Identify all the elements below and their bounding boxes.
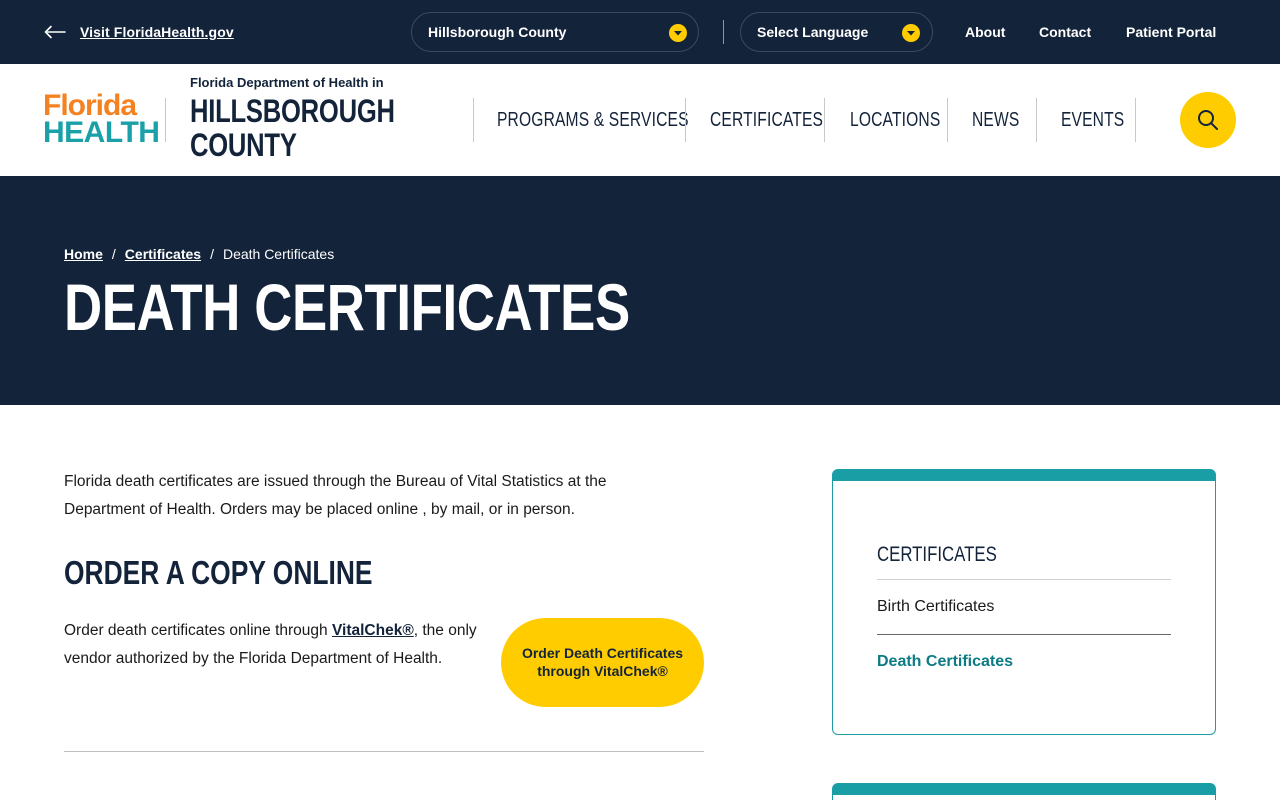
- nav-certificates[interactable]: CERTIFICATES: [710, 108, 823, 132]
- content-divider: [64, 751, 704, 752]
- contact-link[interactable]: Contact: [1039, 24, 1091, 41]
- nav-locations[interactable]: LOCATIONS: [850, 108, 940, 132]
- breadcrumb-certificates[interactable]: Certificates: [125, 246, 201, 262]
- nav-programs-services[interactable]: PROGRAMS & SERVICES: [497, 108, 689, 132]
- utility-bar: Visit FloridaHealth.gov Hillsborough Cou…: [0, 0, 1280, 64]
- nav-divider: [685, 98, 686, 142]
- vitalchek-link[interactable]: VitalChek®: [332, 622, 414, 639]
- visit-floridahealth-label: Visit FloridaHealth.gov: [80, 24, 234, 40]
- sidebar-item-birth-certificates[interactable]: Birth Certificates: [877, 597, 994, 617]
- patient-portal-link[interactable]: Patient Portal: [1126, 24, 1216, 41]
- logo-word-health: HEALTH: [43, 116, 160, 149]
- nav-divider: [824, 98, 825, 142]
- nav-divider: [947, 98, 948, 142]
- logo-divider: [165, 98, 166, 142]
- sidebar-title: CERTIFICATES: [877, 543, 997, 566]
- breadcrumb-separator: /: [111, 246, 116, 262]
- county-select[interactable]: Hillsborough County: [411, 12, 699, 52]
- county-name-line1: HILLSBOROUGH: [190, 93, 395, 129]
- language-select[interactable]: Select Language: [740, 12, 933, 52]
- nav-news[interactable]: NEWS: [972, 108, 1019, 132]
- florida-health-logo[interactable]: Florida HEALTH: [43, 89, 160, 149]
- chevron-down-icon: [669, 24, 687, 42]
- county-name[interactable]: HILLSBOROUGH COUNTY: [190, 94, 398, 162]
- sidebar-divider: [877, 579, 1171, 580]
- breadcrumb: Home / Certificates / Death Certificates: [64, 246, 334, 262]
- chevron-down-icon: [902, 24, 920, 42]
- breadcrumb-home[interactable]: Home: [64, 246, 103, 262]
- county-name-line2: COUNTY: [190, 127, 297, 163]
- section-title-order-online: ORDER A COPY ONLINE: [64, 554, 373, 591]
- order-online-paragraph: Order death certificates online through …: [64, 617, 484, 673]
- search-icon: [1198, 110, 1218, 130]
- page-title: DEATH CERTIFICATES: [64, 270, 630, 344]
- order-vitalchek-button[interactable]: Order Death Certificates through VitalCh…: [501, 618, 704, 707]
- department-label: Florida Department of Health in: [190, 75, 384, 90]
- sidebar-certificates-card: CERTIFICATES Birth Certificates Death Ce…: [832, 469, 1216, 735]
- breadcrumb-current: Death Certificates: [222, 246, 335, 262]
- about-link[interactable]: About: [965, 24, 1005, 41]
- logo-word-florida: Florida: [43, 89, 137, 122]
- visit-floridahealth-link[interactable]: Visit FloridaHealth.gov: [44, 20, 234, 44]
- nav-divider: [473, 98, 474, 142]
- sidebar-divider: [877, 634, 1171, 635]
- page-hero: Home / Certificates / Death Certificates…: [0, 176, 1280, 405]
- breadcrumb-separator: /: [210, 246, 214, 262]
- search-button[interactable]: [1180, 92, 1236, 148]
- sidebar-item-death-certificates[interactable]: Death Certificates: [877, 652, 1013, 672]
- topbar-divider: [723, 20, 724, 44]
- site-header: Florida HEALTH Florida Department of Hea…: [0, 64, 1280, 176]
- county-select-value: Hillsborough County: [428, 24, 567, 40]
- intro-paragraph: Florida death certificates are issued th…: [64, 473, 607, 518]
- nav-divider: [1036, 98, 1037, 142]
- nav-events[interactable]: EVENTS: [1061, 108, 1124, 132]
- nav-divider: [1135, 98, 1136, 142]
- arrow-left-icon: [44, 25, 66, 39]
- language-select-value: Select Language: [757, 24, 869, 40]
- sidebar-secondary-card: [832, 783, 1216, 800]
- order-text-before: Order death certificates online through: [64, 622, 332, 639]
